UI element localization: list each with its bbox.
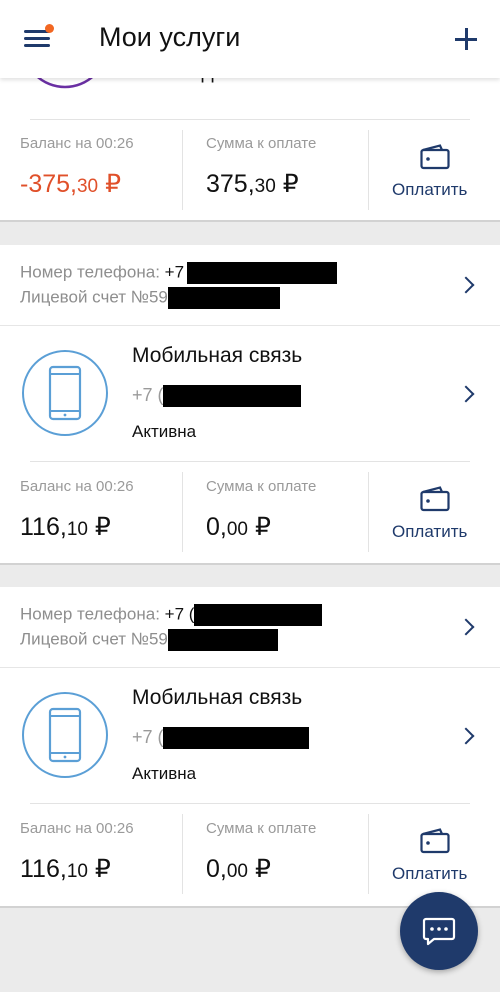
redacted-block bbox=[167, 629, 278, 651]
amount-due-block: Сумма к оплате 0,00 ₽ bbox=[206, 820, 316, 884]
service-phone: +7 ( bbox=[132, 385, 301, 408]
chat-icon bbox=[422, 917, 456, 946]
notification-dot bbox=[45, 24, 54, 33]
service-phone: +7 ( bbox=[132, 727, 309, 750]
account-header-2[interactable]: Номер телефона: +7 ( Лицевой счет №59 bbox=[0, 587, 500, 667]
amount-due-block: Сумма к оплате 375,30 ₽ bbox=[206, 135, 316, 199]
balance-block: Баланс на 00:26 116,10 ₽ bbox=[20, 478, 134, 542]
pay-button[interactable]: Оплатить bbox=[392, 142, 500, 222]
redacted-block bbox=[167, 287, 280, 309]
chat-button[interactable] bbox=[400, 892, 478, 970]
app-header: Мои услуги bbox=[0, 0, 500, 78]
redacted-block bbox=[162, 727, 309, 750]
wallet-icon bbox=[420, 486, 450, 512]
amount-due-block: Сумма к оплате 0,00 ₽ bbox=[206, 478, 316, 542]
balance-label: Баланс на 00:26 bbox=[20, 820, 134, 837]
amount-due-label: Сумма к оплате bbox=[206, 820, 317, 837]
smartphone-icon bbox=[22, 350, 108, 436]
amount-due-value: 0,00 ₽ bbox=[206, 855, 271, 883]
account-header-1[interactable]: Номер телефона: +7 Лицевой счет №59 bbox=[0, 245, 500, 325]
pay-button-label: Оплатить bbox=[392, 522, 468, 541]
redacted-block bbox=[162, 385, 301, 408]
service-status: Активна bbox=[132, 422, 197, 441]
balance-label: Баланс на 00:26 bbox=[20, 478, 134, 495]
mobile-service-card-2: Мобильная связь +7 ( Активна Баланс на 0… bbox=[0, 668, 500, 908]
plus-icon[interactable] bbox=[454, 24, 478, 52]
redacted-block bbox=[194, 604, 323, 626]
account-number-row: Лицевой счет №59 bbox=[20, 629, 278, 651]
amount-due-label: Сумма к оплате bbox=[206, 478, 317, 495]
balance-value: 116,10 ₽ bbox=[20, 513, 111, 541]
balance-value: 116,10 ₽ bbox=[20, 855, 111, 883]
service-name: Мобильная связь bbox=[132, 686, 303, 709]
balance-block: Баланс на 00:26 -375,30 ₽ bbox=[20, 135, 134, 199]
amount-due-value: 0,00 ₽ bbox=[206, 513, 271, 541]
wallet-icon bbox=[420, 828, 450, 854]
chevron-right-icon[interactable] bbox=[457, 276, 475, 294]
amount-due-value: 375,30 ₽ bbox=[206, 170, 299, 198]
account-number-row: Лицевой счет №59 bbox=[20, 287, 280, 309]
phone-number-row: Номер телефона: +7 bbox=[20, 262, 338, 284]
amount-due-label: Сумма к оплате bbox=[206, 135, 317, 152]
phone-number-row: Номер телефона: +7 ( bbox=[20, 604, 323, 626]
balance-block: Баланс на 00:26 116,10 ₽ bbox=[20, 820, 134, 884]
chevron-right-icon[interactable] bbox=[457, 618, 475, 636]
balance-value: -375,30 ₽ bbox=[20, 170, 121, 198]
wallet-icon bbox=[420, 144, 450, 170]
chevron-right-icon[interactable] bbox=[457, 727, 475, 745]
balance-label: Баланс на 00:26 bbox=[20, 135, 134, 152]
chevron-right-icon[interactable] bbox=[457, 385, 475, 403]
pay-button-label: Оплатить bbox=[392, 180, 468, 199]
redacted-block bbox=[187, 262, 338, 284]
page-title: Мои услуги bbox=[99, 22, 241, 52]
menu-icon[interactable] bbox=[24, 24, 54, 50]
smartphone-icon bbox=[22, 692, 108, 778]
service-status: Активна bbox=[132, 764, 197, 783]
service-name: Мобильная связь bbox=[132, 344, 303, 367]
mobile-service-card-1: Мобильная связь +7 ( Активна Баланс на 0… bbox=[0, 326, 500, 565]
pay-button[interactable]: Оплатить bbox=[392, 484, 500, 564]
pay-button-label: Оплатить bbox=[392, 864, 468, 883]
